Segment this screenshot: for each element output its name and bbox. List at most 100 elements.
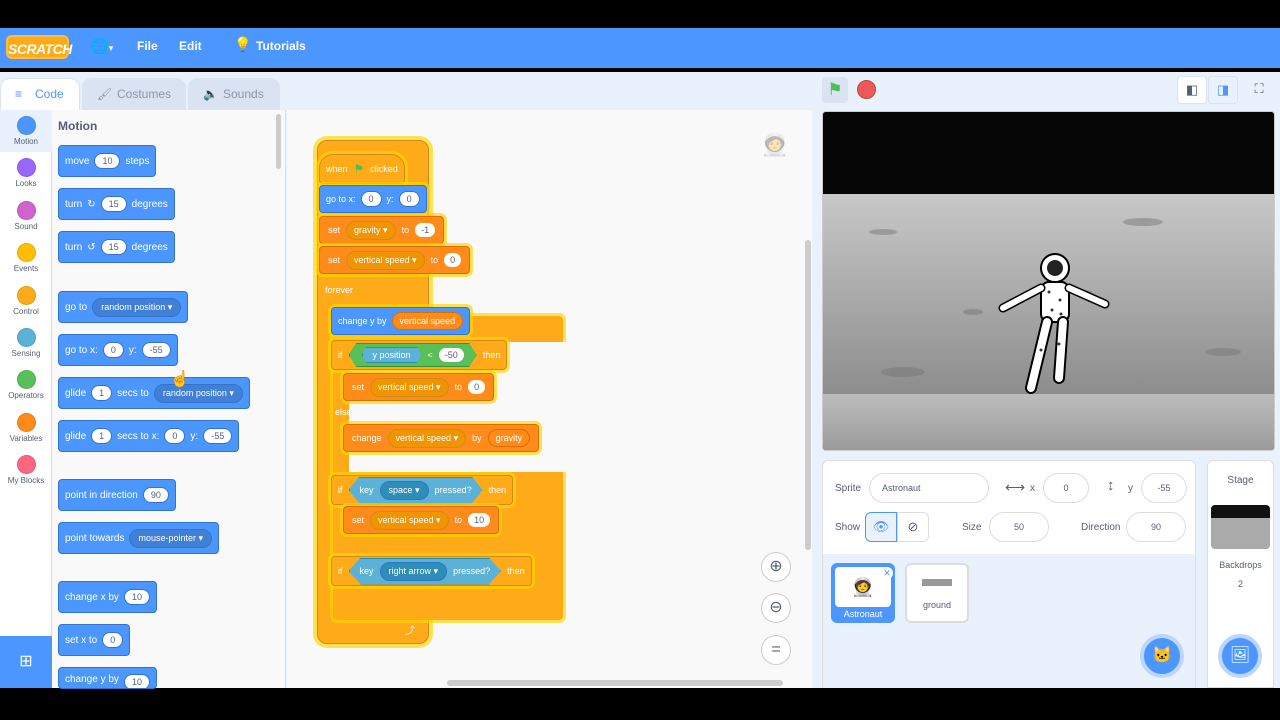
block-input[interactable]: -55	[141, 342, 171, 358]
block-input[interactable]: -55	[203, 428, 233, 444]
sprite-name-input[interactable]: Astronaut	[869, 473, 989, 503]
tab-sounds[interactable]: 🔈 Sounds	[188, 78, 280, 110]
script-set-vertical-speed-2[interactable]: set vertical speed to 0	[343, 373, 495, 401]
block-dropdown[interactable]: random position	[153, 383, 243, 403]
small-stage-button[interactable]: ◧	[1177, 76, 1207, 104]
palette-scrollbar[interactable]	[276, 114, 281, 169]
key-pressed-sensor[interactable]: key right arrow pressed?	[348, 557, 502, 585]
code-workspace[interactable]: 🧑‍🚀 when ⚑ clicked go to x: 0 y: 0 set gravity…	[287, 110, 812, 688]
block-input[interactable]: -50	[438, 348, 464, 362]
scratch-logo[interactable]: SCRATCH	[6, 35, 72, 59]
block-dropdown[interactable]: mouse-pointer	[129, 528, 213, 548]
variable-dropdown[interactable]: vertical speed	[387, 428, 467, 448]
glide-block[interactable]: glide 1 secs to random position	[58, 377, 250, 409]
change-x-block[interactable]: change x by 10	[58, 581, 157, 613]
block-input[interactable]: 0	[164, 428, 186, 444]
less-than-operator[interactable]: y position < -50	[348, 343, 477, 367]
zoom-out-button[interactable]: ⊖	[761, 593, 791, 623]
fullscreen-icon[interactable]: ⛶	[1244, 76, 1274, 104]
category-sensing[interactable]: Sensing	[0, 322, 52, 364]
backdrop-thumb[interactable]	[1211, 505, 1270, 549]
category-my-blocks[interactable]: My Blocks	[0, 449, 52, 491]
large-stage-button[interactable]: ◨	[1208, 76, 1238, 104]
category-sound[interactable]: Sound	[0, 195, 52, 237]
set-x-block[interactable]: set x to 0	[58, 624, 131, 656]
category-control[interactable]: Control	[0, 280, 52, 322]
script-set-vertical-speed[interactable]: set vertical speed to 0	[319, 246, 471, 274]
script-go-to-xy[interactable]: go to x: 0 y: 0	[319, 185, 427, 213]
stage-canvas[interactable]	[822, 111, 1275, 451]
delete-sprite-icon[interactable]: ✕	[881, 567, 893, 579]
point-towards-block[interactable]: point towards mouse-pointer	[58, 522, 220, 554]
script-set-vertical-speed-3[interactable]: set vertical speed to 10	[343, 506, 500, 534]
block-input[interactable]: 10	[123, 674, 150, 688]
block-input[interactable]: 15	[100, 196, 127, 212]
glide-xy-block[interactable]: glide 1 secs to x: 0 y: -55	[58, 420, 240, 452]
block-input[interactable]: -1	[415, 223, 436, 237]
variable-dropdown[interactable]: vertical speed	[346, 250, 425, 270]
when-flag-clicked-block[interactable]: when ⚑ clicked	[319, 154, 405, 184]
stop-button[interactable]	[857, 80, 876, 99]
variable-dropdown[interactable]: gravity	[346, 220, 396, 240]
add-sprite-button[interactable]: 🐱	[1140, 634, 1184, 678]
variable-reporter[interactable]: vertical speed	[391, 312, 464, 330]
workspace-hscrollbar[interactable]	[447, 680, 783, 686]
add-backdrop-button[interactable]: 🖼	[1218, 634, 1262, 678]
go-to-block[interactable]: go to random position	[58, 291, 189, 323]
block-input[interactable]: 90	[142, 487, 169, 503]
edit-menu[interactable]: Edit	[179, 39, 202, 53]
tab-code[interactable]: ≡ Code	[0, 78, 80, 110]
y-input[interactable]: -55	[1141, 473, 1187, 503]
variable-dropdown[interactable]: vertical speed	[370, 377, 449, 397]
show-visible-button[interactable]: 👁	[865, 512, 897, 542]
script-if-space-pressed[interactable]: if key space pressed? then	[331, 475, 514, 505]
size-input[interactable]: 50	[989, 512, 1049, 542]
direction-input[interactable]: 90	[1126, 512, 1186, 542]
block-input[interactable]: 10	[123, 589, 150, 605]
file-menu[interactable]: File	[137, 39, 158, 53]
block-input[interactable]: 1	[91, 385, 113, 401]
variable-dropdown[interactable]: vertical speed	[370, 510, 449, 530]
category-events[interactable]: Events	[0, 237, 52, 279]
variable-reporter[interactable]: gravity	[487, 429, 531, 447]
y-position-reporter[interactable]: y position	[361, 347, 422, 363]
green-flag-button[interactable]: ⚑	[822, 77, 848, 103]
block-input[interactable]: 10	[94, 153, 121, 169]
block-input[interactable]: 0	[360, 191, 382, 207]
sprite-thumb-ground[interactable]: ground	[905, 563, 969, 623]
key-dropdown[interactable]: right arrow	[379, 561, 448, 581]
key-pressed-sensor[interactable]: key space pressed?	[348, 476, 483, 504]
category-operators[interactable]: Operators	[0, 364, 52, 406]
category-looks[interactable]: Looks	[0, 152, 52, 194]
change-y-block[interactable]: change y by 10	[58, 667, 157, 689]
workspace-vscrollbar[interactable]	[805, 240, 811, 550]
script-if-right-arrow-pressed[interactable]: if key right arrow pressed? then	[331, 556, 532, 586]
block-input[interactable]: 0	[102, 632, 124, 648]
x-input[interactable]: 0	[1043, 473, 1089, 503]
script-set-gravity[interactable]: set gravity to -1	[319, 216, 445, 244]
turn-right-block[interactable]: turn ↻ 15 degrees	[58, 188, 175, 220]
block-input[interactable]: 0	[444, 253, 462, 267]
extension-button[interactable]: ⊞	[0, 636, 52, 688]
block-input[interactable]: 10	[468, 513, 491, 527]
block-input[interactable]: 1	[91, 428, 113, 444]
category-variables[interactable]: Variables	[0, 407, 52, 449]
zoom-in-button[interactable]: ⊕	[761, 552, 791, 582]
block-dropdown[interactable]: random position	[92, 297, 182, 317]
script-if-y-position[interactable]: if y position < -50 then	[331, 340, 508, 370]
globe-icon[interactable]: 🌐▾	[90, 37, 113, 55]
category-motion[interactable]: Motion	[0, 110, 52, 152]
script-change-y[interactable]: change y by vertical speed	[331, 307, 471, 335]
block-input[interactable]: 15	[100, 239, 127, 255]
move-steps-block[interactable]: move 10 steps	[58, 145, 157, 177]
stage-selector[interactable]: Stage Backdrops 2 🖼	[1207, 460, 1274, 688]
block-input[interactable]: 0	[102, 342, 124, 358]
show-hidden-button[interactable]: ⊘	[897, 512, 929, 542]
block-input[interactable]: 0	[468, 380, 486, 394]
point-direction-block[interactable]: point in direction 90	[58, 479, 176, 511]
tutorials-menu[interactable]: Tutorials	[256, 39, 306, 53]
script-change-vertical-speed[interactable]: change vertical speed by gravity	[343, 424, 540, 452]
turn-left-block[interactable]: turn ↺ 15 degrees	[58, 231, 175, 263]
block-input[interactable]: 0	[398, 191, 420, 207]
go-to-xy-block[interactable]: go to x: 0 y: -55	[58, 334, 178, 366]
